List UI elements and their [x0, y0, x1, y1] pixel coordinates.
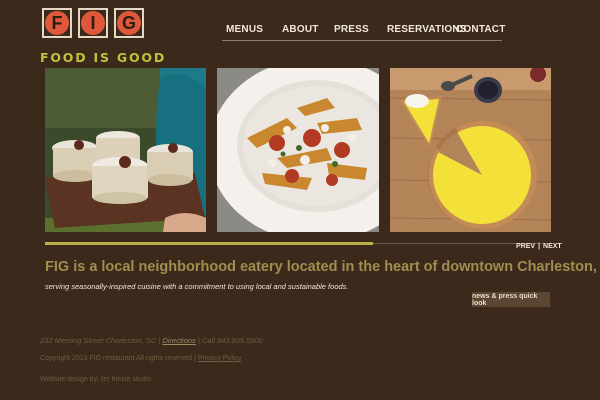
nav-item-reservations[interactable]: RESERVATIONS — [387, 24, 466, 35]
design-credit: Website design by: (e) house studio — [40, 376, 152, 383]
nav-underline — [222, 40, 502, 41]
dessert-glasses-photo — [45, 68, 206, 232]
logo-letter-i: I — [81, 11, 105, 35]
slider-separator: | — [538, 243, 541, 250]
intro-subline: serving seasonally-inspired cuisine with… — [45, 282, 349, 291]
address-text: 232 Meeting Street Charleston, SC — [40, 336, 157, 345]
logo-letter-g: G — [117, 11, 141, 35]
main-nav: MENUS ABOUT PRESS RESERVATIONS CONTACT — [226, 24, 506, 35]
next-link[interactable]: NEXT — [543, 243, 562, 250]
lemon-tart-photo — [390, 68, 551, 232]
address-line: 232 Meeting Street Charleston, SC | Dire… — [40, 336, 263, 345]
directions-link[interactable]: Directions — [162, 336, 195, 345]
phone-text: Call 843.805.5900 — [201, 336, 263, 345]
news-press-quick-look-button[interactable]: news & press quick look — [472, 292, 550, 307]
privacy-policy-link[interactable]: Privacy Policy — [198, 355, 242, 362]
site-logo[interactable]: F I G FOOD IS GOOD — [40, 8, 164, 66]
logo-tile-i: I — [78, 8, 108, 38]
nav-item-about[interactable]: ABOUT — [282, 24, 334, 35]
footer-separator: | — [197, 336, 200, 345]
logo-tagline: FOOD IS GOOD — [40, 50, 167, 65]
slider-progress — [45, 242, 373, 245]
nav-item-menus[interactable]: MENUS — [226, 24, 282, 35]
footer-separator: | — [194, 355, 196, 362]
logo-tiles: F I G — [42, 8, 144, 38]
nav-item-contact[interactable]: CONTACT — [456, 24, 506, 35]
footer-separator: | — [158, 336, 161, 345]
logo-tile-g: G — [114, 8, 144, 38]
logo-tile-f: F — [42, 8, 72, 38]
pasta-dish-photo — [217, 68, 379, 232]
intro-headline: FIG is a local neighborhood eatery locat… — [45, 259, 597, 275]
logo-letter-f: F — [45, 11, 69, 35]
nav-item-press[interactable]: PRESS — [334, 24, 387, 35]
copyright-line: Copyright 2013 FIG restaurant All rights… — [40, 355, 241, 362]
copyright-text: Copyright 2013 FIG restaurant All rights… — [40, 355, 193, 362]
prev-link[interactable]: PREV — [516, 243, 535, 250]
slider-controls: PREV | NEXT — [516, 243, 565, 250]
